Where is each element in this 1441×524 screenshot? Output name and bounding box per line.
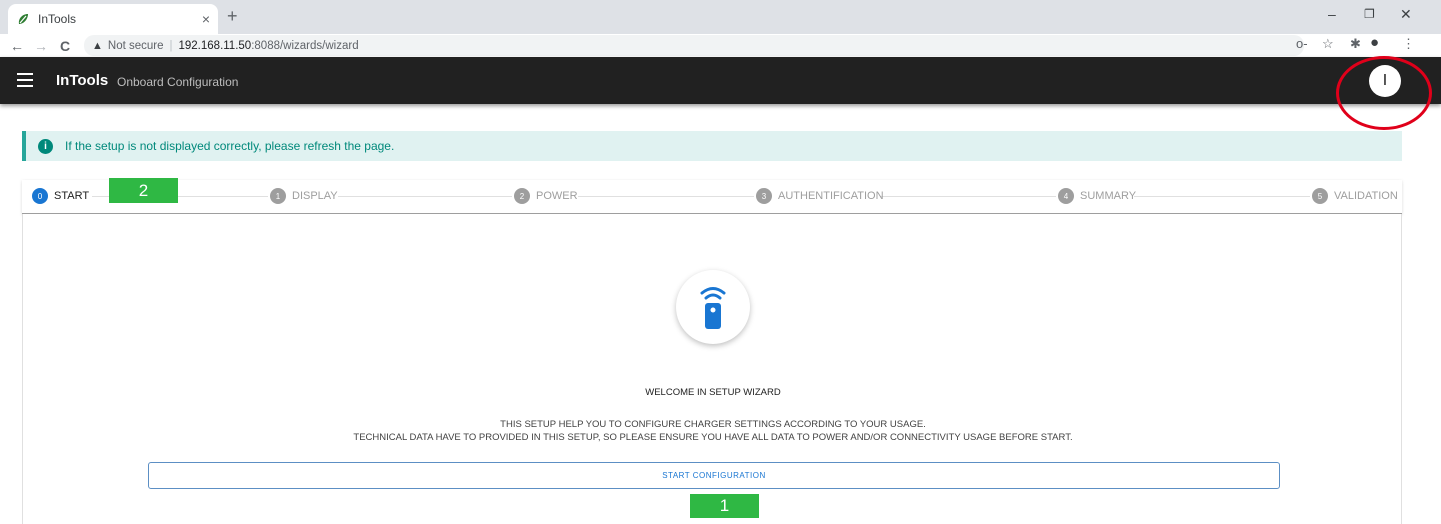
security-label: Not secure — [107, 39, 164, 52]
restore-button[interactable]: ❐ — [1364, 7, 1375, 21]
wizard-description-line1: THIS SETUP HELP YOU TO CONFIGURE CHARGER… — [500, 419, 926, 430]
step-label: POWER — [536, 190, 578, 202]
step-authentification[interactable]: 3 AUTHENTIFICATION — [756, 188, 884, 204]
bookmark-star-icon[interactable]: ☆ — [1322, 36, 1334, 52]
hamburger-menu-icon[interactable] — [17, 73, 33, 87]
wizard-stepper: 0 START 1 DISPLAY 2 POWER 3 AUTHENTIFICA… — [22, 180, 1402, 214]
app-brand: InTools — [56, 72, 109, 89]
step-number: 3 — [756, 188, 772, 204]
url-separator: | — [169, 39, 173, 52]
info-icon: i — [38, 138, 53, 154]
step-validation[interactable]: 5 VALIDATION — [1312, 188, 1398, 204]
step-label: SUMMARY — [1080, 190, 1137, 202]
browser-menu-icon[interactable]: ⋮ — [1402, 36, 1415, 52]
step-number: 1 — [270, 188, 286, 204]
minimize-button[interactable]: – — [1328, 6, 1336, 22]
reload-icon[interactable]: C — [58, 38, 72, 54]
close-window-button[interactable]: ✕ — [1400, 6, 1412, 23]
warning-triangle-icon: ▲ — [92, 39, 103, 52]
step-start[interactable]: 0 START — [32, 188, 89, 204]
back-arrow-icon[interactable]: ← — [10, 38, 24, 54]
step-display[interactable]: 1 DISPLAY — [270, 188, 338, 204]
browser-tab-bar: InTools × + – ❐ ✕ — [0, 0, 1441, 34]
step-connector — [880, 196, 1056, 197]
step-connector — [1134, 196, 1310, 197]
step-label: AUTHENTIFICATION — [778, 190, 884, 202]
step-summary[interactable]: 4 SUMMARY — [1058, 188, 1136, 204]
wizard-card: WELCOME IN SETUP WIZARD THIS SETUP HELP … — [22, 214, 1402, 524]
tab-title: InTools — [38, 12, 77, 26]
intools-logo-icon — [18, 14, 28, 24]
new-tab-button[interactable]: + — [227, 6, 238, 27]
step-number: 5 — [1312, 188, 1328, 204]
address-bar[interactable]: ▲ Not secure | 192.168.11.50 :8088/wizar… — [84, 35, 1304, 56]
key-icon[interactable]: o- — [1296, 36, 1308, 51]
browser-tab[interactable]: InTools × — [8, 4, 218, 34]
red-annotation-circle — [1336, 56, 1432, 130]
rfid-badge-icon — [700, 287, 726, 329]
url-path: :8088/wizards/wizard — [251, 39, 359, 52]
step-label: DISPLAY — [292, 190, 338, 202]
extension-icon[interactable]: ✱ — [1350, 36, 1361, 52]
step-number: 2 — [514, 188, 530, 204]
tab-close-icon[interactable]: × — [202, 11, 210, 27]
start-configuration-button[interactable]: START CONFIGURATION — [148, 462, 1280, 489]
step-number: 0 — [32, 188, 48, 204]
green-annotation-badge: 1 — [690, 494, 759, 518]
app-subtitle: Onboard Configuration — [117, 75, 239, 89]
browser-toolbar: ← → C ▲ Not secure | 192.168.11.50 :8088… — [0, 34, 1441, 57]
step-power[interactable]: 2 POWER — [514, 188, 578, 204]
step-connector — [578, 196, 754, 197]
url-host: 192.168.11.50 — [178, 39, 252, 52]
welcome-title: WELCOME IN SETUP WIZARD — [645, 387, 781, 398]
step-number: 4 — [1058, 188, 1074, 204]
info-text: If the setup is not displayed correctly,… — [65, 139, 395, 153]
forward-arrow-icon[interactable]: → — [34, 38, 48, 54]
profile-icon[interactable]: ● — [1370, 34, 1379, 51]
wizard-icon-container — [676, 270, 750, 344]
step-connector — [338, 196, 512, 197]
step-label: START — [54, 190, 90, 202]
step-label: VALIDATION — [1334, 190, 1398, 202]
green-annotation-badge: 2 — [109, 178, 178, 203]
app-header: InTools Onboard Configuration I — [0, 57, 1441, 104]
wizard-description-line2: TECHNICAL DATA HAVE TO PROVIDED IN THIS … — [353, 432, 1073, 443]
info-banner: i If the setup is not displayed correctl… — [22, 131, 1402, 161]
